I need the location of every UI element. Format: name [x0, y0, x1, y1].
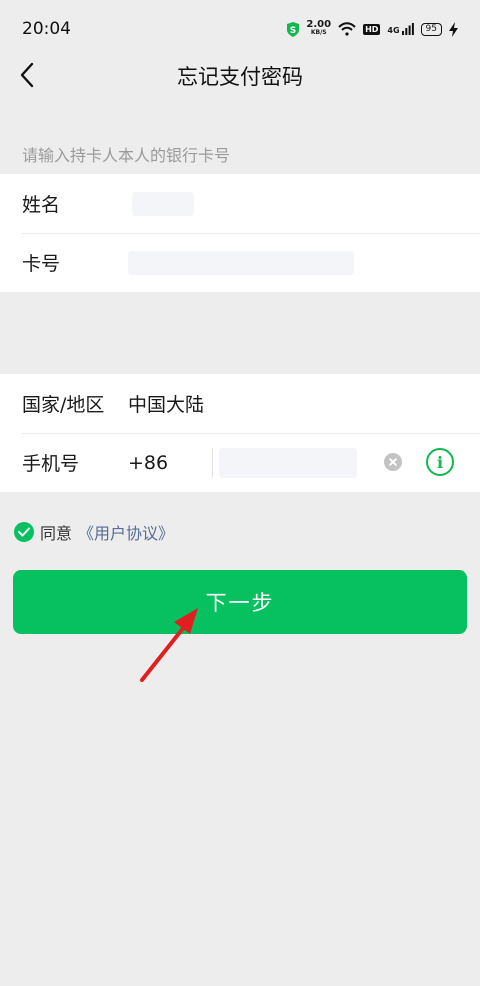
info-icon[interactable]: i [426, 448, 454, 476]
status-icons: S 2.00 KB/S HD 4G 95 [287, 19, 458, 37]
card-number-row: 卡号 [0, 233, 480, 292]
battery-level: 95 [420, 22, 442, 36]
agreement-checkbox[interactable] [14, 522, 34, 542]
cell-signal: 4G [387, 23, 414, 35]
signal-icon [401, 23, 414, 35]
phone-row: 手机号 +86 i [0, 433, 480, 492]
agreement: 同意 《用户协议》 [14, 520, 174, 544]
card-info-group: 姓名 卡号 [0, 174, 480, 292]
user-agreement-link[interactable]: 《用户协议》 [78, 520, 174, 544]
annotation-arrow-icon [140, 608, 198, 682]
network-type: 4G [387, 26, 400, 35]
region-value: 中国大陆 [128, 394, 205, 416]
back-button[interactable] [12, 58, 42, 92]
status-time: 20:04 [22, 19, 71, 39]
phone-input[interactable] [219, 447, 357, 478]
phone-info-group: 国家/地区 中国大陆 手机号 +86 i [0, 374, 480, 492]
network-speed-unit: KB/S [310, 29, 327, 36]
card-number-input[interactable] [128, 250, 354, 275]
charging-icon [449, 21, 458, 37]
checkmark-icon [18, 527, 30, 537]
region-row[interactable]: 国家/地区 中国大陆 [0, 374, 480, 433]
page-title: 忘记支付密码 [177, 65, 303, 89]
phone-label: 手机号 [22, 453, 80, 475]
section-hint: 请输入持卡人本人的银行卡号 [22, 146, 231, 165]
name-input[interactable] [132, 191, 194, 216]
region-label: 国家/地区 [22, 394, 105, 416]
name-row: 姓名 [0, 174, 480, 233]
nav-bar: 忘记支付密码 [0, 50, 480, 102]
next-button[interactable]: 下一步 [13, 570, 467, 634]
name-label: 姓名 [22, 194, 61, 216]
clear-icon[interactable] [384, 453, 402, 471]
hd-badge: HD [363, 23, 381, 35]
network-speed-value: 2.00 [306, 19, 332, 30]
chevron-left-icon [20, 62, 34, 88]
field-divider [212, 447, 213, 478]
agreement-text: 同意 [40, 524, 73, 543]
wifi-icon [338, 22, 356, 36]
country-code[interactable]: +86 [128, 452, 212, 474]
svg-text:S: S [290, 26, 296, 36]
network-speed: 2.00 KB/S [306, 19, 332, 37]
card-number-label: 卡号 [22, 253, 61, 275]
shield-icon: S [287, 21, 300, 37]
